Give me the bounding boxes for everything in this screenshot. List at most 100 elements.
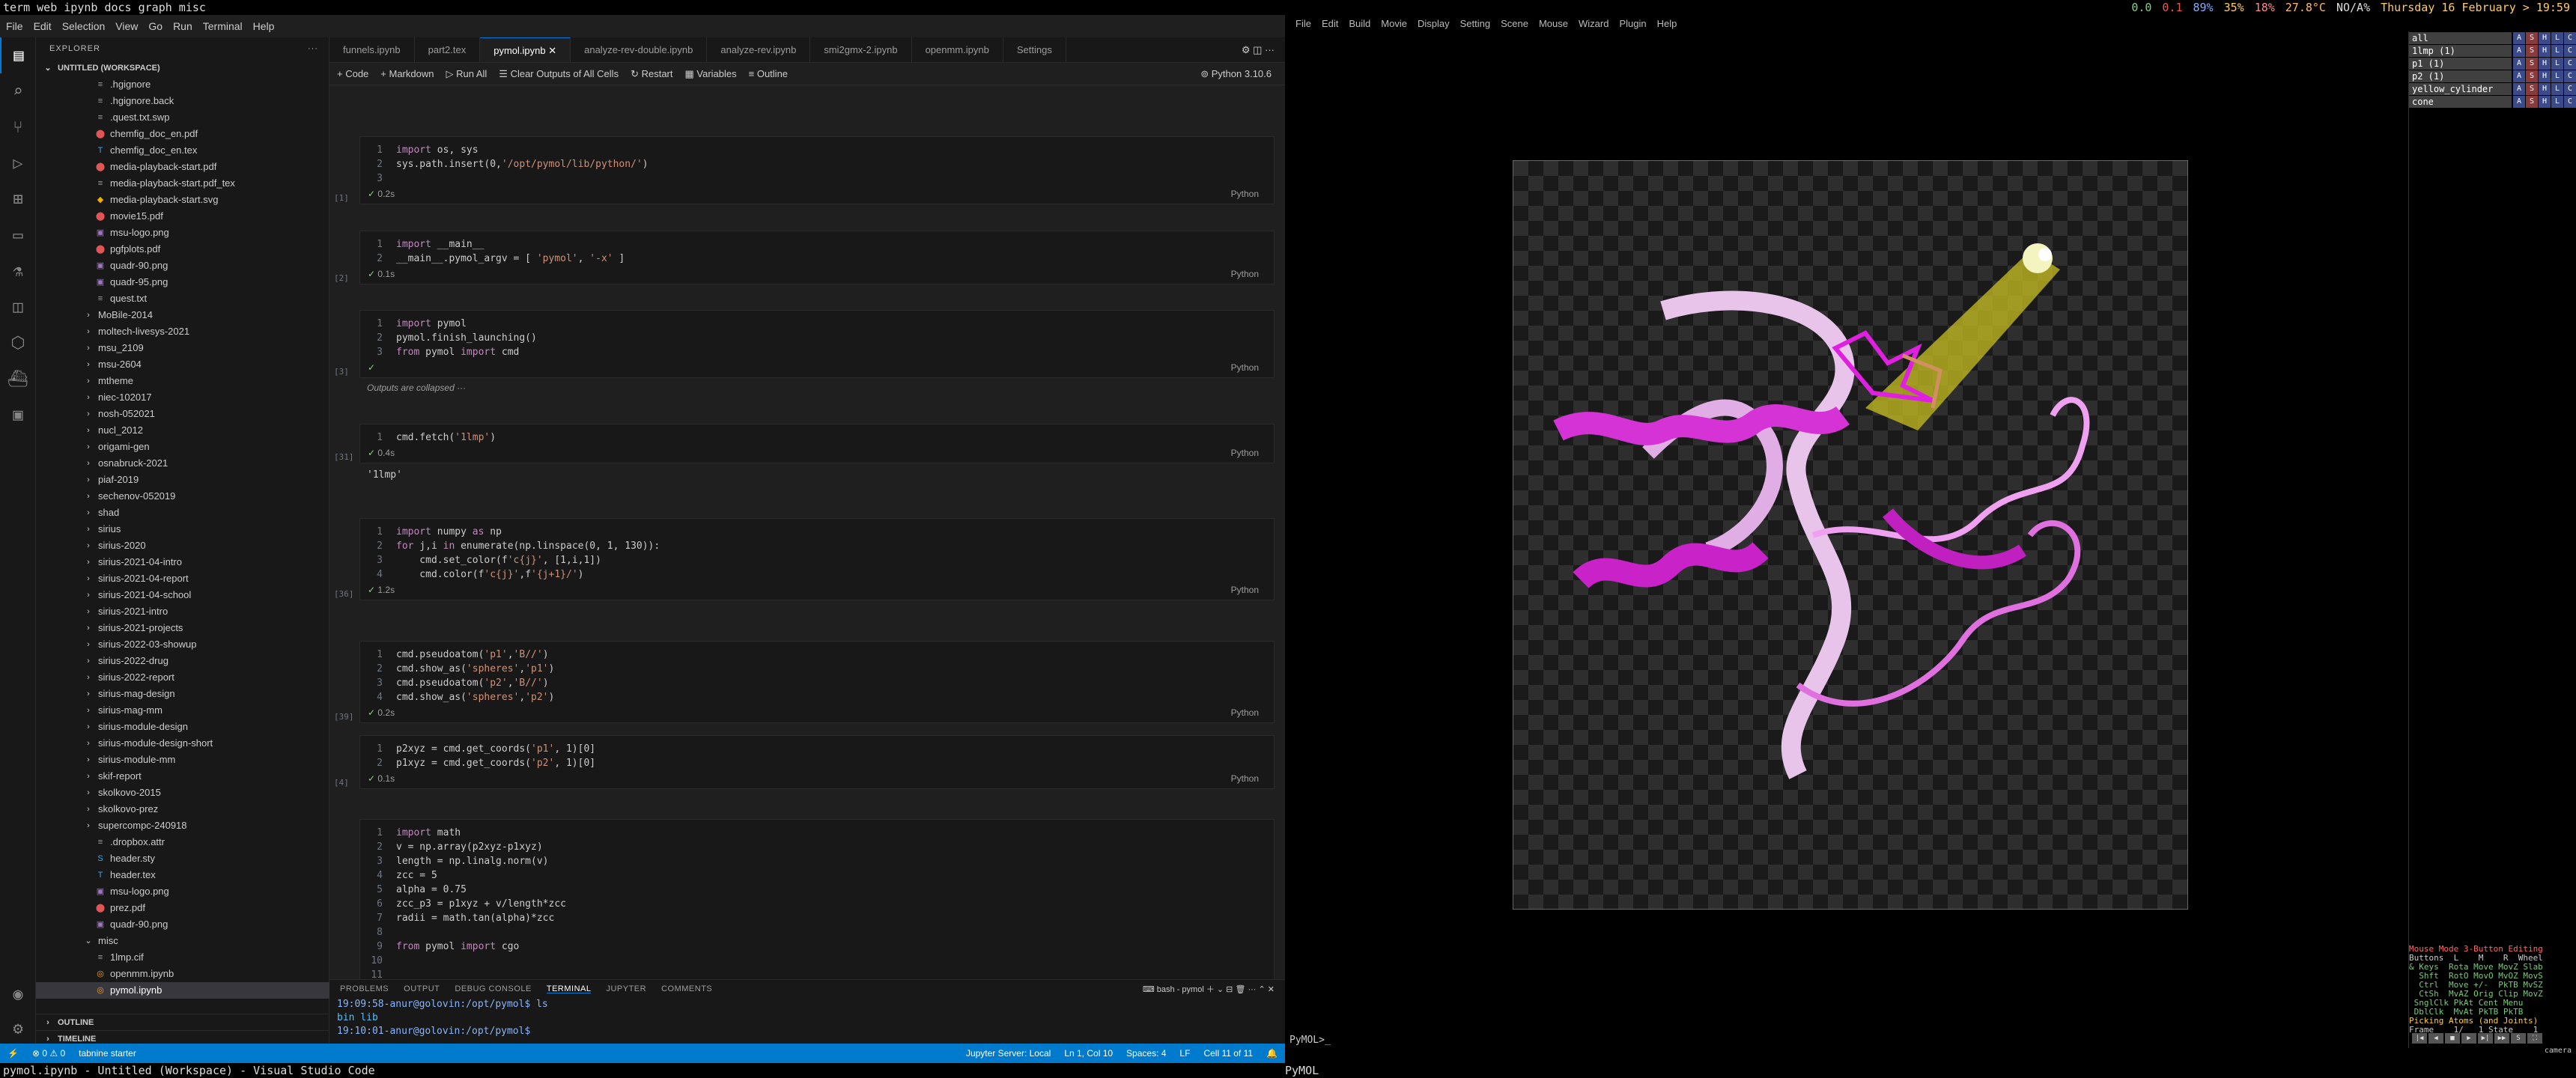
notebook-cell[interactable]: [3] 1 import pymol 2 pymol.finish_launching(… xyxy=(334,310,1275,398)
pymol-menu-display[interactable]: Display xyxy=(1418,18,1450,29)
object-l-button[interactable]: L xyxy=(2551,70,2563,82)
file-item[interactable]: ⬤ chemfig_doc_en.pdf xyxy=(36,126,329,142)
file-item[interactable]: ≡ .hgignore.back xyxy=(36,93,329,109)
folder-item[interactable]: › msu_2109 xyxy=(36,340,329,356)
folder-item[interactable]: › skolkovo-prez xyxy=(36,801,329,817)
object-name[interactable]: cone xyxy=(2409,96,2512,108)
file-item[interactable]: Tchemfig_doc_en.tex xyxy=(36,142,329,159)
menu-terminal[interactable]: Terminal xyxy=(203,20,243,32)
jupyter-server[interactable]: Jupyter Server: Local xyxy=(966,1048,1051,1059)
folder-item[interactable]: › sirius-mag-design xyxy=(36,686,329,702)
file-item[interactable]: ≡ quest.txt xyxy=(36,290,329,307)
editor-actions[interactable]: ⚙ ◫ ··· xyxy=(1242,37,1285,62)
end-icon[interactable]: ▶▶ xyxy=(2494,1033,2509,1044)
restart-button[interactable]: ↻ Restart xyxy=(631,68,672,80)
file-item[interactable]: ▣ quadr-90.png xyxy=(36,258,329,274)
pymol-menu-edit[interactable]: Edit xyxy=(1322,18,1338,29)
object-l-button[interactable]: L xyxy=(2551,58,2563,70)
notebook-cell[interactable]: [1] 1 import os, sys 2 sys.path.insert(0,'/o… xyxy=(334,136,1275,204)
file-item[interactable]: ▣ quadr-95.png xyxy=(36,274,329,290)
pymol-command-line[interactable]: PyMOL>_ xyxy=(1285,1033,2408,1048)
cell-editor[interactable]: 1 p2xyz = cmd.get_coords('p1', 1)[0] 2 p1xy… xyxy=(359,735,1275,789)
tab-openmm-ipynb[interactable]: openmm.ipynb xyxy=(912,37,1003,62)
folder-item[interactable]: › MoBile-2014 xyxy=(36,307,329,323)
object-s-button[interactable]: S xyxy=(2526,70,2538,82)
object-l-button[interactable]: L xyxy=(2551,83,2563,95)
object-name[interactable]: 1lmp (1) xyxy=(2409,45,2512,57)
object-l-button[interactable]: L xyxy=(2551,45,2563,57)
object-s-button[interactable]: S xyxy=(2526,96,2538,108)
variables-button[interactable]: ▦ Variables xyxy=(685,68,737,80)
file-item[interactable]: ≡ .quest.txt.swp xyxy=(36,109,329,126)
folder-item[interactable]: › sirius-2021-04-report xyxy=(36,570,329,587)
folder-item[interactable]: › sirius-2022-report xyxy=(36,669,329,686)
object-c-button[interactable]: C xyxy=(2564,70,2576,82)
menu-view[interactable]: View xyxy=(115,20,138,32)
object-s-button[interactable]: S xyxy=(2526,32,2538,44)
folder-item[interactable]: › sirius-mag-mm xyxy=(36,702,329,719)
tab-analyze-rev-double-ipynb[interactable]: analyze-rev-double.ipynb xyxy=(571,37,708,62)
notebook-cell[interactable]: 1 import math 2 v = np.array(p2xyz-p1xyz) 3 l… xyxy=(359,819,1275,1006)
object-a-button[interactable]: A xyxy=(2513,83,2525,95)
menu-selection[interactable]: Selection xyxy=(62,20,106,32)
object-s-button[interactable]: S xyxy=(2526,58,2538,70)
object-c-button[interactable]: C xyxy=(2564,45,2576,57)
search-icon[interactable]: ⌕ xyxy=(0,73,36,109)
notebook-cell[interactable]: [4] 1 p2xyz = cmd.get_coords('p1', 1)[0] 2 p… xyxy=(334,735,1275,789)
file-item[interactable]: ▣ quadr-90.png xyxy=(36,916,329,933)
menu-file[interactable]: File xyxy=(6,20,23,32)
pymol-menu-setting[interactable]: Setting xyxy=(1460,18,1490,29)
folder-item[interactable]: › sirius-2021-projects xyxy=(36,620,329,636)
object-l-button[interactable]: L xyxy=(2551,96,2563,108)
outline-section[interactable]: › OUTLINE xyxy=(36,1014,329,1030)
docker-icon[interactable]: ⛴ xyxy=(0,361,36,397)
eol[interactable]: LF xyxy=(1179,1048,1190,1059)
cursor-position[interactable]: Ln 1, Col 10 xyxy=(1064,1048,1113,1059)
folder-item[interactable]: › nucl_2012 xyxy=(36,422,329,439)
tabnine-status[interactable]: tabnine starter xyxy=(79,1048,136,1059)
file-item[interactable]: ⬤ pgfplots.pdf xyxy=(36,241,329,258)
pymol-menu-file[interactable]: File xyxy=(1295,18,1311,29)
file-item[interactable]: Sheader.sty xyxy=(36,850,329,867)
run-all-button[interactable]: ▷ Run All xyxy=(446,68,487,80)
cell-language[interactable]: Python xyxy=(1231,269,1259,279)
cell-editor[interactable]: 1 import pymol 2 pymol.finish_launching() 3 f… xyxy=(359,310,1275,378)
bell-icon[interactable]: 🔔 xyxy=(1266,1048,1278,1059)
folder-item[interactable]: › sirius-module-mm xyxy=(36,752,329,768)
file-item[interactable]: ⬤ prez.pdf xyxy=(36,900,329,916)
pymol-menu-build[interactable]: Build xyxy=(1349,18,1370,29)
cell-language[interactable]: Python xyxy=(1231,362,1259,373)
folder-item[interactable]: › msu-2604 xyxy=(36,356,329,373)
file-item[interactable]: ≡ .hgignore xyxy=(36,76,329,93)
file-item[interactable]: ◎ openmm.ipynb xyxy=(36,966,329,982)
tab-analyze-rev-ipynb[interactable]: analyze-rev.ipynb xyxy=(707,37,811,62)
files-icon[interactable]: ▤ xyxy=(0,37,36,73)
folder-item[interactable]: › sirius-2021-04-intro xyxy=(36,554,329,570)
folder-item[interactable]: › sirius-2021-04-school xyxy=(36,587,329,603)
folder-item[interactable]: › nosh-052021 xyxy=(36,406,329,422)
tab-settings[interactable]: Settings xyxy=(1003,37,1066,62)
cell-language[interactable]: Python xyxy=(1231,448,1259,458)
cell-position[interactable]: Cell 11 of 11 xyxy=(1203,1048,1253,1059)
folder-item[interactable]: › sirius-2021-intro xyxy=(36,603,329,620)
cell-editor[interactable]: 1 import numpy as np 2 for j,i in enumerate… xyxy=(359,518,1275,600)
pymol-menu-plugin[interactable]: Plugin xyxy=(1619,18,1646,29)
fullscreen-icon[interactable]: ⛶ xyxy=(2527,1033,2542,1044)
menu-help[interactable]: Help xyxy=(253,20,275,32)
object-name[interactable]: p2 (1) xyxy=(2409,70,2512,82)
object-h-button[interactable]: H xyxy=(2539,70,2551,82)
cell-editor[interactable]: 1 cmd.fetch('1lmp') ✓ 0.4s Python xyxy=(359,424,1275,463)
object-c-button[interactable]: C xyxy=(2564,58,2576,70)
terminal-name[interactable]: ⌨ bash - pymol ＋ ⌄ ⊟ 🗑 ··· ⌃ ✕ xyxy=(1143,983,1275,995)
cell-language[interactable]: Python xyxy=(1231,773,1259,784)
settings-icon[interactable]: ⚙ xyxy=(0,1011,36,1047)
object-l-button[interactable]: L xyxy=(2551,32,2563,44)
panel-tab-terminal[interactable]: TERMINAL xyxy=(546,984,592,993)
stop-icon[interactable]: ■ xyxy=(2445,1033,2460,1044)
object-name[interactable]: p1 (1) xyxy=(2409,58,2512,70)
python-icon[interactable]: ⬡ xyxy=(0,325,36,361)
problems-count[interactable]: ⊗ 0 ⚠ 0 xyxy=(32,1048,65,1059)
forward-icon[interactable]: ▶| xyxy=(2478,1033,2493,1044)
pymol-menu-scene[interactable]: Scene xyxy=(1501,18,1528,29)
indentation[interactable]: Spaces: 4 xyxy=(1126,1048,1166,1059)
